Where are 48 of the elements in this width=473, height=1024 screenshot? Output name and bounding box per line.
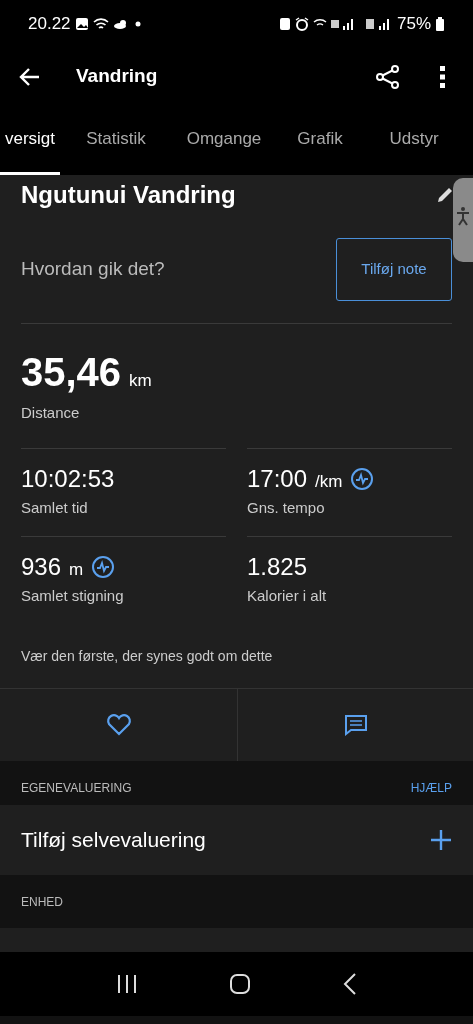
stat-label: Samlet tid <box>21 498 89 518</box>
add-note-button[interactable]: Tilføj note <box>336 237 452 301</box>
distance-value: 35,46 <box>21 349 122 396</box>
battery-saver-icon <box>278 17 291 31</box>
home-icon[interactable] <box>229 973 252 995</box>
tab[interactable]: Omgange <box>172 105 276 175</box>
app-title: Vandring <box>76 64 159 89</box>
distance-label: Distance <box>21 403 81 423</box>
edit-pencil-icon[interactable] <box>436 186 454 204</box>
recent-apps-icon[interactable] <box>115 974 138 994</box>
tab[interactable]: Grafik <box>276 105 364 175</box>
section-header: EGENEVALUERING <box>21 780 132 797</box>
accessibility-handle[interactable] <box>453 178 473 262</box>
back-icon[interactable] <box>343 973 358 995</box>
stat-value: 17:00 <box>247 464 308 494</box>
accessibility-icon[interactable] <box>456 206 470 226</box>
stat-label: Kalorier i alt <box>247 586 328 606</box>
tab[interactable]: Statistik <box>60 105 172 175</box>
stat-unit: m <box>69 559 84 581</box>
weather-icon <box>112 18 129 30</box>
stat-label: Samlet stigning <box>21 586 125 606</box>
row-label: Tilføj selvevaluering <box>21 827 206 854</box>
comment-icon[interactable] <box>343 714 368 736</box>
wifi-icon <box>92 17 109 31</box>
stat-value: 1.825 <box>247 552 308 582</box>
section-header: ENHED <box>21 893 63 911</box>
distance-unit: km <box>129 370 152 392</box>
help-link[interactable]: HJÆLP <box>410 779 452 797</box>
activity-prompt: Hvordan gik det? <box>21 256 165 281</box>
tab[interactable]: Udstyr <box>364 105 464 175</box>
image-icon <box>74 17 89 31</box>
activity-name: Ngutunui Vandring <box>21 180 236 210</box>
more-menu-icon[interactable] <box>439 64 447 89</box>
status-time: 20.22 <box>28 13 71 36</box>
chart-pulse-icon[interactable] <box>350 467 375 491</box>
plus-icon[interactable] <box>430 829 452 851</box>
stat-label: Gns. tempo <box>247 498 326 518</box>
battery-icon <box>435 16 445 32</box>
chart-pulse-icon[interactable] <box>91 555 116 579</box>
stat-value: 936 <box>21 552 62 582</box>
alarm-icon <box>294 17 309 31</box>
battery-percent: 75% <box>396 13 431 36</box>
stat-unit: /km <box>315 471 343 493</box>
add-self-evaluation-row[interactable]: Tilføj selvevaluering <box>0 805 473 875</box>
heart-icon[interactable] <box>105 713 132 737</box>
likes-text: Vær den første, der synes godt om dette <box>21 647 274 666</box>
share-icon[interactable] <box>375 63 401 90</box>
stat-value: 10:02:53 <box>21 464 115 494</box>
